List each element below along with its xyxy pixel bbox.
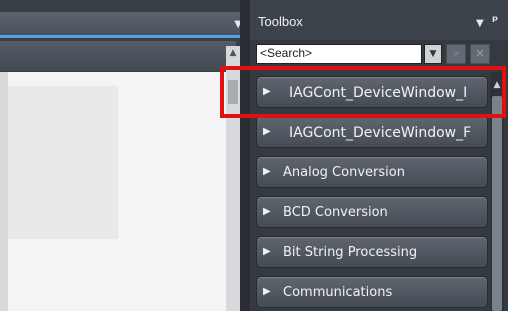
pane-splitter[interactable] <box>240 0 250 311</box>
category-label: IAGCont_DeviceWindow_F <box>289 125 472 141</box>
editor-pane: ▼ ▲ <box>0 0 248 311</box>
category-analog-conversion[interactable]: ▶ Analog Conversion <box>256 156 488 188</box>
toolbox-title: Toolbox <box>258 14 303 29</box>
close-icon[interactable]: ✕ <box>470 44 490 64</box>
category-label: Bit String Processing <box>283 245 418 260</box>
triangle-right-icon: ▶ <box>263 126 271 137</box>
highlight-box <box>220 66 506 118</box>
pin-icon[interactable]: ᵖ <box>492 14 498 29</box>
editor-margin <box>0 72 8 311</box>
triangle-right-icon: ▶ <box>263 286 271 297</box>
chevron-down-icon[interactable]: ▼ <box>424 44 442 64</box>
scroll-up-icon[interactable]: ▲ <box>226 46 240 60</box>
search-input[interactable]: <Search> <box>256 44 422 64</box>
editor-toolbar <box>0 41 236 71</box>
category-bcd-conversion[interactable]: ▶ BCD Conversion <box>256 196 488 228</box>
search-icon[interactable]: ⌕ <box>446 44 466 64</box>
chevron-down-icon[interactable]: ▼ <box>476 18 484 29</box>
category-bit-string-processing[interactable]: ▶ Bit String Processing <box>256 236 488 268</box>
toolbox-scroll-thumb[interactable] <box>492 96 502 311</box>
category-iagcont-devicewindow-2[interactable]: ▶ IAGCont_DeviceWindow_F <box>256 116 488 148</box>
category-label: BCD Conversion <box>283 205 388 220</box>
editor-tab-bar[interactable]: ▼ <box>0 12 248 38</box>
category-communications[interactable]: ▶ Communications <box>256 276 488 308</box>
triangle-right-icon: ▶ <box>263 206 271 217</box>
search-row: <Search> ▼ ⌕ ✕ <box>256 44 508 64</box>
category-label: Analog Conversion <box>283 165 405 180</box>
app-window: ▼ ▲ Toolbox ▼ ᵖ <Search> ▼ ⌕ ✕ ▶ IAGCont… <box>0 0 508 311</box>
triangle-right-icon: ▶ <box>263 166 271 177</box>
toolbox-header: Toolbox ▼ ᵖ <box>250 0 508 40</box>
toolbox-panel: Toolbox ▼ ᵖ <Search> ▼ ⌕ ✕ ▶ IAGCont_Dev… <box>250 0 508 311</box>
category-label: Communications <box>283 285 393 300</box>
editor-panel <box>8 86 118 239</box>
triangle-right-icon: ▶ <box>263 246 271 257</box>
